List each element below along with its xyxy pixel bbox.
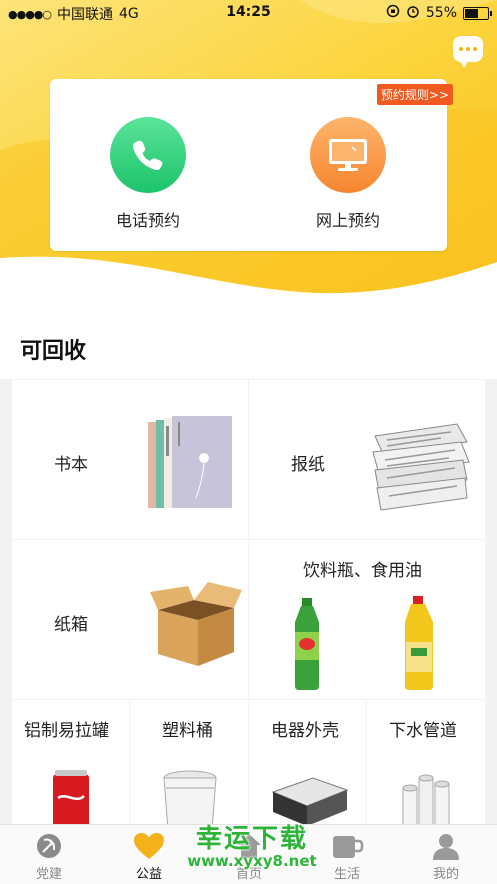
- bottom-tab-bar: 党建 公益 首页 生活 我的: [0, 824, 497, 884]
- online-booking-button[interactable]: 网上预约: [288, 117, 408, 231]
- tab-label: 党建: [35, 867, 62, 882]
- plastic-bucket-image: [163, 770, 217, 825]
- books-image: [148, 416, 232, 508]
- chat-dot-icon: [466, 47, 470, 51]
- battery-fill: [465, 8, 479, 18]
- status-bar: ●●●●○ 中国联通 4G 14:25 55%: [0, 0, 497, 26]
- appliance-shell-image: [271, 777, 349, 825]
- category-appliance-shell-label: 电器外壳: [271, 721, 339, 741]
- user-profile-icon: [416, 831, 476, 861]
- battery-icon: [463, 6, 492, 20]
- message-button[interactable]: [453, 36, 483, 68]
- coca-cola-can-image: [53, 770, 89, 825]
- category-newspaper[interactable]: 报纸: [249, 380, 485, 539]
- phone-booking-label: 电话预约: [115, 211, 180, 230]
- alarm-icon: [406, 4, 420, 22]
- clock: 14:25: [226, 4, 271, 20]
- category-cans[interactable]: 铝制易拉罐: [12, 700, 129, 825]
- category-cans-label: 铝制易拉罐: [24, 721, 109, 741]
- rotation-lock-icon: [386, 4, 400, 22]
- category-carton[interactable]: 纸箱: [12, 540, 248, 699]
- battery-percent: 55%: [425, 5, 457, 21]
- category-appliance-shell[interactable]: 电器外壳: [249, 700, 366, 825]
- booking-card: 预约规则>> 电话预约 网上预约: [50, 79, 453, 251]
- recyclable-grid: 书本 报纸 纸箱 饮料瓶、食用油 铝制易拉罐 塑料桶 电器外壳 下水管道: [0, 379, 497, 825]
- cooking-oil-image: [405, 596, 433, 690]
- tab-label: 我的: [432, 867, 459, 882]
- category-plastic-bucket-label: 塑料桶: [162, 721, 213, 741]
- booking-rules-link[interactable]: 预约规则>>: [376, 84, 453, 105]
- tab-mine[interactable]: 我的: [416, 831, 476, 882]
- section-title-recyclable: 可回收: [20, 339, 87, 364]
- category-carton-label: 纸箱: [54, 615, 88, 635]
- drain-pipe-image: [402, 774, 450, 825]
- hammer-sickle-icon: [19, 831, 79, 861]
- tab-life[interactable]: 生活: [317, 831, 377, 882]
- monitor-icon: [310, 117, 386, 193]
- tab-label: 首页: [235, 867, 262, 882]
- tea-bottle-image: [295, 598, 319, 690]
- chat-dot-icon: [459, 47, 463, 51]
- online-booking-label: 网上预约: [315, 211, 380, 230]
- category-drain-pipe[interactable]: 下水管道: [367, 700, 485, 825]
- home-icon: [219, 831, 279, 861]
- heart-icon: [119, 831, 179, 861]
- tab-party-building[interactable]: 党建: [19, 831, 79, 882]
- newspaper-image: [372, 423, 470, 511]
- category-plastic-bucket[interactable]: 塑料桶: [130, 700, 248, 825]
- tab-label: 公益: [135, 867, 162, 882]
- tab-charity[interactable]: 公益: [119, 831, 179, 882]
- category-bottles-oil-label: 饮料瓶、食用油: [303, 561, 422, 581]
- phone-booking-button[interactable]: 电话预约: [88, 117, 208, 231]
- category-books[interactable]: 书本: [12, 380, 248, 539]
- category-books-label: 书本: [54, 455, 88, 475]
- category-bottles-oil[interactable]: 饮料瓶、食用油: [249, 540, 485, 699]
- tab-label: 生活: [333, 867, 360, 882]
- phone-icon: [110, 117, 186, 193]
- tab-home[interactable]: 首页: [219, 831, 279, 882]
- category-drain-pipe-label: 下水管道: [389, 721, 457, 741]
- carton-box-image: [150, 582, 242, 666]
- cup-icon: [317, 831, 377, 861]
- chat-dot-icon: [473, 47, 477, 51]
- category-newspaper-label: 报纸: [291, 455, 325, 475]
